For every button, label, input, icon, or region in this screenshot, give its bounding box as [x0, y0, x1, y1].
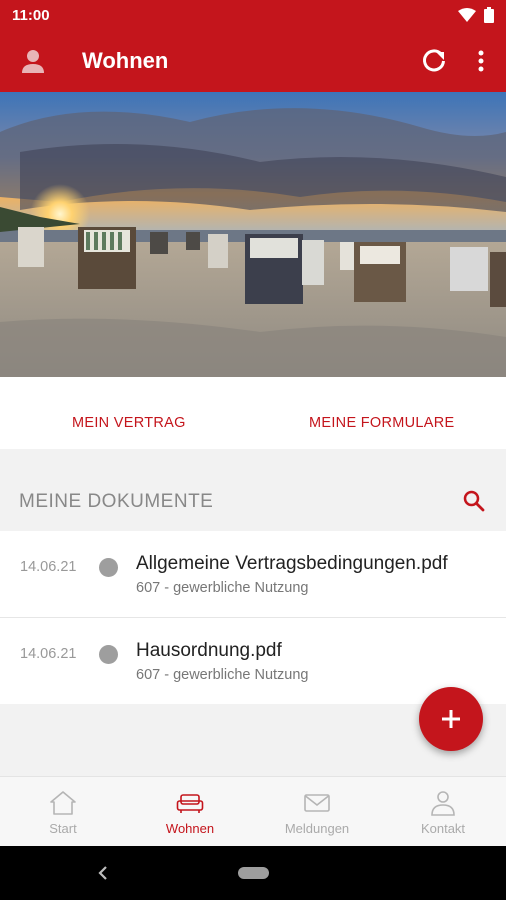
nav-item-kontakt[interactable]: Kontakt [380, 777, 506, 847]
person-icon [431, 791, 455, 816]
home-pill[interactable] [238, 867, 269, 879]
nav-item-meldungen[interactable]: Meldungen [254, 777, 380, 847]
nav-label: Wohnen [165, 821, 215, 836]
nav-item-wohnen[interactable]: Wohnen [127, 777, 253, 847]
status-bar: 11:00 [0, 0, 506, 30]
app-bar: Wohnen [0, 30, 506, 92]
nav-label: Meldungen [284, 821, 350, 836]
refresh-icon[interactable] [420, 47, 448, 75]
plus-icon [442, 710, 460, 728]
contract-actions: MEIN VERTRAG MEINE FORMULARE [0, 377, 506, 449]
document-date: 14.06.21 [20, 559, 77, 575]
status-dot-icon [99, 558, 118, 577]
nav-label: Start [49, 821, 77, 836]
hero-image [0, 92, 506, 377]
nav-item-start[interactable]: Start [0, 777, 126, 847]
documents-header: MEINE DOKUMENTE [0, 449, 506, 531]
document-row[interactable]: 14.06.21 Hausordnung.pdf 607 - gewerblic… [0, 618, 506, 704]
mail-icon [304, 794, 330, 812]
home-icon [50, 791, 76, 815]
more-vert-icon[interactable] [470, 47, 492, 75]
my-contract-button[interactable]: MEIN VERTRAG [72, 415, 186, 431]
account-icon[interactable] [18, 46, 48, 76]
wifi-icon [458, 8, 476, 22]
document-subtitle: 607 - gewerbliche Nutzung [136, 667, 309, 683]
status-dot-icon [99, 645, 118, 664]
document-date: 14.06.21 [20, 646, 77, 662]
document-row[interactable]: 14.06.21 Allgemeine Vertragsbedingungen.… [0, 531, 506, 617]
status-icons [458, 7, 494, 23]
search-icon[interactable] [462, 489, 486, 513]
documents-title: MEINE DOKUMENTE [19, 491, 214, 512]
document-name: Allgemeine Vertragsbedingungen.pdf [136, 553, 448, 574]
document-name: Hausordnung.pdf [136, 640, 282, 661]
system-nav-bar [0, 846, 506, 900]
back-icon[interactable] [96, 865, 110, 881]
status-time: 11:00 [12, 6, 50, 24]
sofa-icon [176, 794, 204, 813]
bottom-navigation: Start Wohnen Meldungen Kontakt [0, 776, 506, 847]
battery-icon [484, 7, 494, 23]
my-forms-button[interactable]: MEINE FORMULARE [309, 415, 455, 431]
add-button[interactable] [419, 687, 483, 751]
document-subtitle: 607 - gewerbliche Nutzung [136, 580, 309, 596]
page-title: Wohnen [82, 48, 169, 73]
nav-label: Kontakt [420, 821, 466, 836]
